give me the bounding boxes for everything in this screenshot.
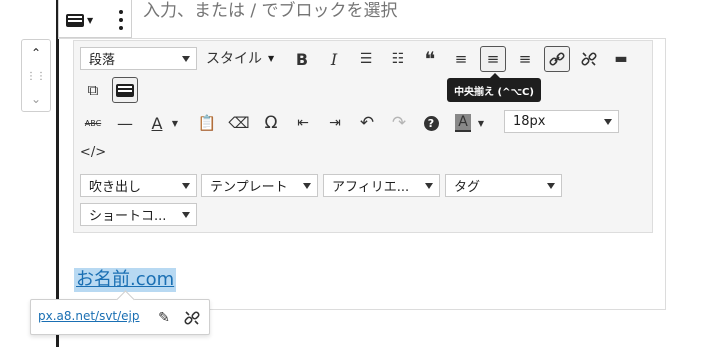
indent-button[interactable]: ⇥: [322, 110, 348, 136]
horizontal-line-button[interactable]: —: [112, 110, 138, 136]
read-more-icon: ▬: [614, 51, 628, 67]
tag-select-value: タグ: [454, 180, 481, 195]
outdent-icon: ⇤: [297, 115, 309, 131]
help-icon: ?: [423, 115, 439, 131]
chevron-up-icon: ⌃: [30, 46, 42, 60]
numbered-list-button[interactable]: ☷: [385, 46, 411, 72]
camera-icon: ⧉: [87, 81, 99, 99]
keyboard-icon: [116, 83, 134, 97]
classic-editor-toolbar: 段落 スタイル ▼ B I ☰ ☷ ❝ ≡ ≡ ≡ ▬ ⧉ ABC — A ▼ …: [73, 40, 653, 233]
font-size-select[interactable]: 18px: [504, 110, 619, 133]
code-icon: </>: [79, 144, 107, 160]
block-placeholder[interactable]: 入力、または / でブロックを選択: [143, 0, 398, 22]
paste-text-button[interactable]: 📋: [194, 110, 220, 136]
chevron-down-icon: ▼: [87, 15, 94, 25]
text-color-button[interactable]: A: [144, 110, 170, 136]
style-select-value: スタイル: [206, 51, 262, 67]
remove-link-button[interactable]: [179, 305, 205, 331]
italic-button[interactable]: I: [321, 46, 347, 72]
edit-link-button[interactable]: ✎: [151, 305, 177, 331]
link-icon: [549, 52, 565, 66]
format-select-value: 段落: [89, 53, 116, 68]
bullet-list-icon: ☰: [359, 51, 373, 67]
align-left-button[interactable]: ≡: [448, 46, 474, 72]
quote-icon: ❝: [424, 47, 436, 71]
affiliate-select[interactable]: アフィリエ...: [323, 174, 440, 197]
outdent-button[interactable]: ⇤: [290, 110, 316, 136]
more-options-button[interactable]: [115, 7, 127, 33]
shortcode-select-value: ショートコ...: [89, 209, 167, 224]
align-center-button[interactable]: ≡: [480, 46, 506, 72]
numbered-list-icon: ☷: [391, 51, 405, 67]
background-color-dropdown[interactable]: ▼: [474, 110, 488, 136]
style-select[interactable]: スタイル ▼: [206, 45, 281, 71]
move-down-button[interactable]: ⌄: [22, 88, 50, 110]
font-size-value: 18px: [513, 114, 546, 129]
link-url[interactable]: px.a8.net/svt/ejp: [38, 309, 140, 323]
read-more-button[interactable]: ▬: [608, 46, 634, 72]
block-type-button[interactable]: ▼: [66, 8, 102, 32]
affiliate-select-value: アフィリエ...: [332, 180, 410, 195]
align-center-icon: ≡: [486, 50, 500, 68]
shortcode-select[interactable]: ショートコ...: [80, 203, 197, 226]
balloon-select-value: 吹き出し: [89, 180, 142, 195]
insert-link-button[interactable]: [544, 46, 570, 72]
bold-button[interactable]: B: [289, 46, 315, 72]
help-button[interactable]: ?: [418, 110, 444, 136]
align-center-tooltip: 中央揃え (^⌥C): [447, 73, 541, 102]
redo-icon: ↷: [391, 113, 407, 133]
clipboard-icon: 📋: [197, 114, 217, 132]
special-char-button[interactable]: Ω: [258, 110, 284, 136]
undo-icon: ↶: [359, 113, 375, 133]
tag-select[interactable]: タグ: [445, 174, 562, 197]
keyboard-icon: [66, 13, 84, 27]
bold-icon: B: [295, 49, 309, 69]
indent-icon: ⇥: [329, 115, 341, 131]
format-select[interactable]: 段落: [80, 47, 197, 70]
chevron-down-icon: ▼: [477, 118, 485, 128]
background-color-button[interactable]: A: [450, 110, 476, 136]
strikethrough-icon: ABC: [84, 118, 102, 128]
redo-button[interactable]: ↷: [386, 110, 412, 136]
template-select[interactable]: テンプレート: [201, 174, 318, 197]
horizontal-line-icon: —: [117, 113, 133, 133]
align-right-button[interactable]: ≡: [512, 46, 538, 72]
omega-icon: Ω: [264, 113, 278, 133]
eraser-icon: ⌫: [228, 114, 250, 132]
link-popover: px.a8.net/svt/ejp ✎: [30, 299, 210, 335]
unlink-icon: [184, 311, 200, 325]
custom-icon-button[interactable]: ⧉: [80, 77, 106, 103]
unlink-icon: [581, 52, 597, 66]
balloon-select[interactable]: 吹き出し: [80, 174, 197, 197]
chevron-down-icon: ▼: [268, 53, 275, 63]
text-color-icon: A: [151, 113, 163, 133]
undo-button[interactable]: ↶: [354, 110, 380, 136]
bullet-list-button[interactable]: ☰: [353, 46, 379, 72]
background-color-icon: A: [455, 114, 471, 132]
align-left-icon: ≡: [454, 50, 468, 68]
text-color-dropdown[interactable]: ▼: [168, 110, 182, 136]
italic-icon: I: [330, 49, 338, 69]
strikethrough-button[interactable]: ABC: [80, 110, 106, 136]
pencil-icon: ✎: [158, 310, 170, 326]
toolbar-toggle-button[interactable]: [112, 77, 138, 103]
chevron-down-icon: ⌄: [30, 92, 42, 106]
drag-handle-icon: ⋮⋮: [26, 70, 46, 82]
move-up-button[interactable]: ⌃: [22, 42, 50, 64]
template-select-value: テンプレート: [210, 180, 288, 195]
align-right-icon: ≡: [518, 50, 532, 68]
clear-format-button[interactable]: ⌫: [226, 110, 252, 136]
chevron-down-icon: ▼: [171, 118, 179, 128]
code-button[interactable]: </>: [80, 139, 106, 165]
unlink-button[interactable]: [576, 46, 602, 72]
blockquote-button[interactable]: ❝: [417, 46, 443, 72]
drag-handle[interactable]: ⋮⋮: [22, 65, 50, 87]
block-mover: ⌃ ⋮⋮ ⌄: [21, 39, 51, 112]
linked-text[interactable]: お名前.com: [74, 268, 177, 292]
